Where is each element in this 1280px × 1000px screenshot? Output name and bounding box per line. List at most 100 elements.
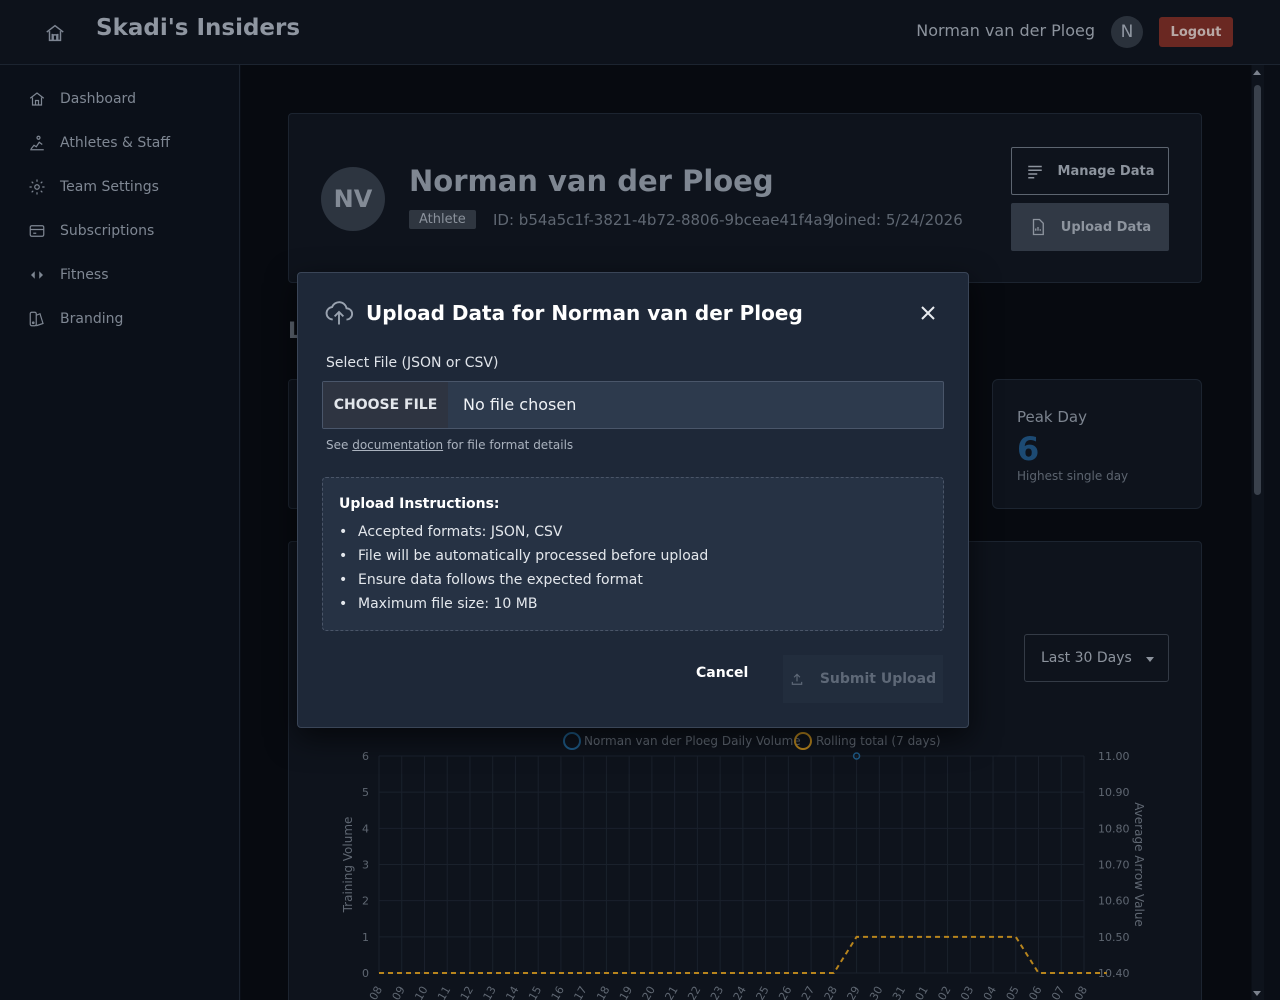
gear-icon [29,179,45,195]
sidebar-item-label: Fitness [60,267,109,283]
x-tick-label: 04 [981,984,999,1000]
x-tick-label: 21 [662,984,680,1000]
doc-prefix: See [326,438,349,452]
y-axis-label: Training Volume [341,817,355,914]
x-tick-label: 10 [412,984,430,1000]
list-item: Accepted formats: JSON, CSV [339,522,708,546]
palette-icon [29,311,44,327]
instructions-title: Upload Instructions: [339,496,500,512]
card-icon [29,225,45,237]
profile-card: NV Norman van der Ploeg Athlete ID: b54a… [288,113,1202,283]
legend-marker [563,732,581,750]
doc-suffix: for file format details [446,438,574,452]
athlete-name: Norman van der Ploeg [409,164,774,198]
peak-day-card: Peak Day 6 Highest single day [992,379,1202,509]
x-tick-label: 11 [435,984,453,1000]
sidebar-item-team-settings[interactable]: Team Settings [28,175,159,199]
x-tick-label: 30 [867,984,885,1000]
sidebar-item-athletes-staff[interactable]: Athletes & Staff [28,131,170,155]
x-tick-label: 01 [913,984,931,1000]
manage-data-button[interactable]: Manage Data [1011,147,1169,195]
submit-upload-button[interactable]: Submit Upload [783,655,943,703]
cloud-upload-icon [324,297,354,331]
sidebar: Dashboard Athletes & Staff Team Settings… [0,65,240,1000]
documentation-link[interactable]: documentation [352,438,443,452]
sidebar-item-dashboard[interactable]: Dashboard [28,87,136,111]
y-tick-label: 3 [362,859,369,872]
list-icon [1027,165,1042,179]
sidebar-item-fitness[interactable]: Fitness [28,263,109,287]
x-tick-label: 18 [594,984,612,1000]
x-tick-label: 31 [890,984,908,1000]
x-tick-label: 09 [390,984,408,1000]
upload-instructions: Upload Instructions: Accepted formats: J… [322,477,944,631]
x-tick-label: 28 [822,984,840,1000]
scroll-up-arrow[interactable] [1253,70,1261,75]
y-tick-label: 0 [362,967,369,980]
peak-day-value: 6 [1017,430,1040,468]
logout-button[interactable]: Logout [1159,17,1233,47]
page-scrollbar[interactable] [1252,65,1264,1000]
x-tick-label: 14 [503,984,521,1000]
role-badge: Athlete [409,210,476,229]
upload-modal: Upload Data for Norman van der Ploeg Sel… [297,272,969,728]
x-tick-label: 24 [731,984,749,1000]
sidebar-item-label: Team Settings [60,179,159,195]
app-brand[interactable]: Skadi's Insiders [96,15,300,41]
upload-data-button[interactable]: Upload Data [1011,203,1169,251]
list-item: Ensure data follows the expected format [339,570,708,594]
x-tick-label: 12 [458,984,476,1000]
y2-tick-label: 11.00 [1098,750,1130,763]
x-tick-label: 15 [526,984,544,1000]
x-tick-label: 02 [935,984,953,1000]
x-tick-label: 29 [844,984,862,1000]
top-bar: Skadi's Insiders Norman van der Ploeg N … [0,0,1280,65]
manage-data-label: Manage Data [1057,163,1155,179]
x-tick-label: 17 [572,984,590,1000]
y-tick-label: 6 [362,750,369,763]
upload-data-label: Upload Data [1060,219,1152,235]
y2-tick-label: 10.80 [1098,822,1130,835]
x-tick-label: 03 [958,984,976,1000]
x-tick-label: 05 [1004,984,1022,1000]
sidebar-item-subscriptions[interactable]: Subscriptions [28,219,154,243]
y2-tick-label: 10.60 [1098,895,1130,908]
y2-tick-label: 10.40 [1098,967,1130,980]
legend-label: Rolling total (7 days) [816,734,941,748]
documentation-note: See documentation for file format detail… [326,438,573,452]
instructions-list: Accepted formats: JSON, CSV File will be… [339,522,708,618]
x-tick-label: 16 [549,984,567,1000]
list-item: File will be automatically processed bef… [339,546,708,570]
file-chart-icon [1032,218,1044,236]
x-tick-label: 25 [753,984,771,1000]
x-tick-label: 23 [708,984,726,1000]
y2-tick-label: 10.50 [1098,931,1130,944]
x-tick-label: 26 [776,984,794,1000]
file-input[interactable]: CHOOSE FILE No file chosen [322,381,944,429]
fitness-icon [31,271,43,279]
close-icon[interactable] [918,303,938,323]
sidebar-item-label: Athletes & Staff [60,135,171,151]
scroll-thumb[interactable] [1254,85,1261,495]
athlete-id: ID: b54a5c1f-3821-4b72-8806-9bceae41f4a9 [493,211,833,229]
y2-axis-label: Average Arrow Value [1132,802,1146,927]
y-tick-label: 1 [362,931,369,944]
y-tick-label: 5 [362,786,369,799]
upload-icon [791,673,803,685]
file-field-label: Select File (JSON or CSV) [326,355,499,371]
scroll-down-arrow[interactable] [1253,991,1261,996]
sidebar-item-label: Subscriptions [60,223,155,239]
legend-label: Norman van der Ploeg Daily Volume [584,734,801,748]
athlete-avatar: NV [321,167,385,231]
list-item: Maximum file size: 10 MB [339,594,708,618]
choose-file-button[interactable]: CHOOSE FILE [323,382,448,428]
y2-tick-label: 10.70 [1098,859,1130,872]
x-tick-label: 27 [799,984,817,1000]
x-tick-label: 07 [1049,984,1067,1000]
sidebar-item-branding[interactable]: Branding [28,307,123,331]
user-avatar[interactable]: N [1111,16,1143,48]
athletes-icon [30,135,44,151]
x-tick-label: 19 [617,984,635,1000]
cancel-button[interactable]: Cancel [696,665,748,681]
home-icon[interactable] [40,18,70,48]
